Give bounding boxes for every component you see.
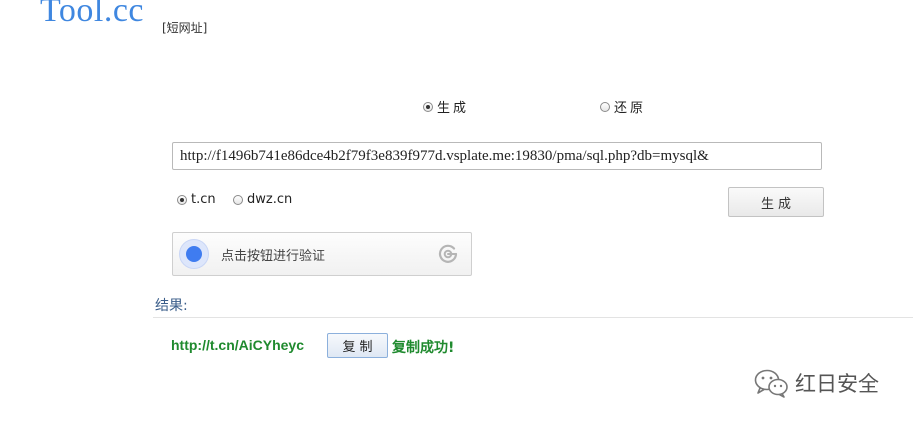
generate-button[interactable]: 生成 bbox=[728, 187, 824, 217]
generate-radio[interactable] bbox=[423, 101, 433, 112]
page: Tool.cc [短网址] 生成 还原 http://f1496b741e86d… bbox=[0, 0, 913, 424]
captcha-widget[interactable]: 点击按钮进行验证 bbox=[172, 232, 472, 276]
captcha-text: 点击按钮进行验证 bbox=[221, 248, 326, 264]
service-option-label: t.cn bbox=[191, 192, 216, 207]
site-logo[interactable]: Tool.cc bbox=[40, 0, 144, 30]
copy-button[interactable]: 复制 bbox=[327, 333, 388, 358]
tcn-radio[interactable] bbox=[177, 194, 187, 205]
site-subtitle: [短网址] bbox=[162, 21, 208, 35]
result-label: 结果: bbox=[155, 298, 188, 314]
watermark-text: 红日安全 bbox=[795, 372, 879, 396]
result-divider bbox=[153, 317, 913, 318]
wechat-icon bbox=[754, 369, 788, 398]
watermark: 红日安全 bbox=[753, 368, 879, 398]
captcha-button-icon[interactable] bbox=[179, 239, 209, 269]
dwz-radio[interactable] bbox=[233, 194, 243, 205]
copy-status: 复制成功! bbox=[392, 340, 455, 356]
long-url-input[interactable]: http://f1496b741e86dce4b2f79f3e839f977d.… bbox=[172, 142, 822, 170]
restore-radio[interactable] bbox=[600, 101, 610, 112]
mode-option-generate[interactable]: 生成 bbox=[423, 97, 469, 116]
mode-option-restore[interactable]: 还原 bbox=[600, 97, 646, 116]
service-option-dwz[interactable]: dwz.cn bbox=[233, 192, 292, 207]
short-url-link[interactable]: http://t.cn/AiCYheyc bbox=[171, 337, 304, 353]
mode-option-label: 生成 bbox=[437, 101, 470, 116]
service-option-tcn[interactable]: t.cn bbox=[177, 192, 216, 207]
captcha-logo-icon bbox=[438, 244, 458, 263]
service-option-label: dwz.cn bbox=[247, 192, 293, 207]
mode-option-label: 还原 bbox=[614, 101, 647, 116]
